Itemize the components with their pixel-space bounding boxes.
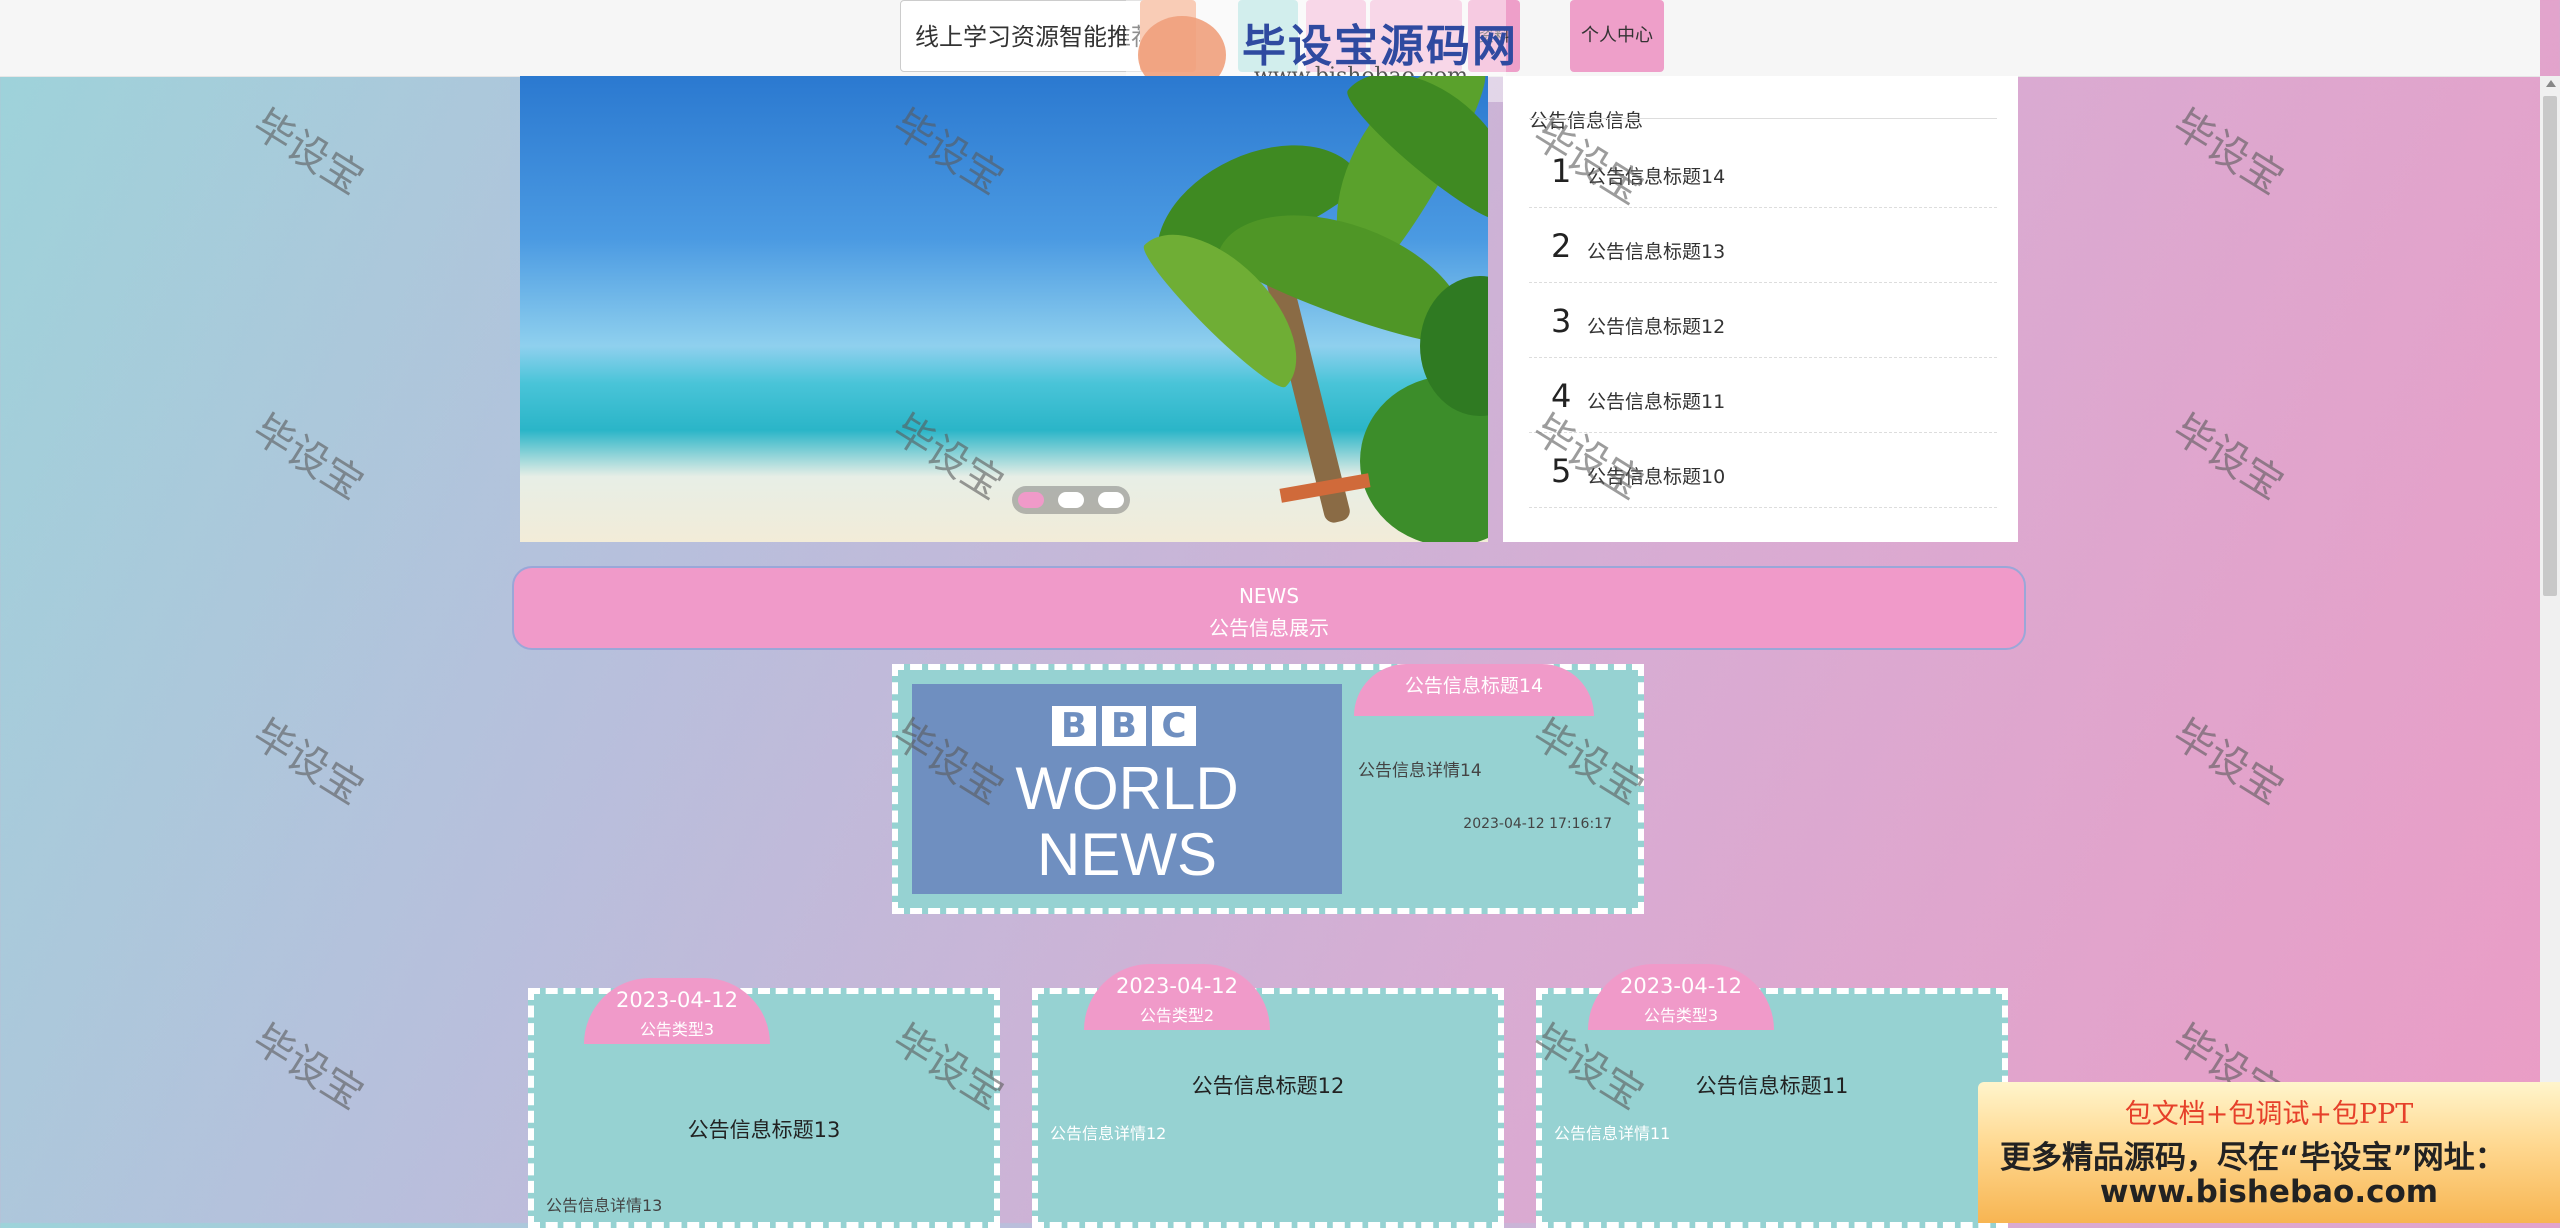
- watermark: 毕设宝: [244, 406, 371, 509]
- notice-item[interactable]: 4 公告信息标题11: [1529, 357, 1997, 433]
- promo-line-1: 包文档+包调试+包PPT: [2124, 1099, 2414, 1130]
- card-type: 公告类型3: [1643, 1006, 1719, 1025]
- bbc-logo: BBC: [1052, 706, 1202, 746]
- card-date-tag: 2023-04-12 公告类型2: [1084, 964, 1270, 1030]
- carousel-dot-1[interactable]: [1018, 492, 1044, 508]
- notice-number: 2: [1551, 227, 1572, 265]
- card-date: 2023-04-12: [615, 988, 739, 1012]
- scroll-thumb[interactable]: [2543, 96, 2557, 596]
- card-date: 2023-04-12: [1115, 974, 1239, 998]
- promo-url[interactable]: www.bishebao.com: [1978, 1174, 2560, 1210]
- promo-banner[interactable]: 包文档+包调试+包PPT 更多精品源码，尽在“毕设宝”网址： www.bishe…: [1978, 1082, 2560, 1223]
- page-scrollbar[interactable]: [2540, 76, 2560, 1223]
- watermark: 毕设宝: [244, 1016, 371, 1119]
- notice-title[interactable]: 公告信息标题11: [1587, 387, 1725, 414]
- watermark: 毕设宝: [2164, 406, 2291, 509]
- notice-number: 1: [1551, 152, 1572, 190]
- section-title-en: NEWS: [1238, 584, 1300, 608]
- carousel-indicators: [1012, 486, 1130, 514]
- watermark: 毕设宝: [244, 711, 371, 814]
- notice-number: 4: [1551, 377, 1572, 415]
- scroll-up-icon[interactable]: [2546, 80, 2556, 87]
- card-title[interactable]: 公告信息标题13: [534, 1114, 994, 1144]
- card-date-tag: 2023-04-12 公告类型3: [584, 978, 770, 1044]
- card-date-tag: 2023-04-12 公告类型3: [1588, 964, 1774, 1030]
- bbc-news-text: NEWS: [1037, 821, 1217, 888]
- featured-time: 2023-04-12 17:16:17: [1463, 816, 1612, 832]
- carousel-dot-3[interactable]: [1098, 492, 1124, 508]
- notice-panel-title: 公告信息信息: [1529, 110, 1644, 132]
- nav-item-personal-center[interactable]: 个人中心: [1570, 0, 1664, 72]
- notice-item[interactable]: 5 公告信息标题10: [1529, 432, 1997, 508]
- featured-notice-card[interactable]: BBC WORLD NEWS 公告信息标题14 公告信息详情14 2023-04…: [892, 664, 1644, 914]
- card-detail: 公告信息详情11: [1554, 1124, 1671, 1143]
- bbc-letter: B: [1052, 706, 1096, 746]
- notice-title[interactable]: 公告信息标题12: [1587, 312, 1725, 339]
- notice-item[interactable]: 3 公告信息标题12: [1529, 282, 1997, 358]
- site-title[interactable]: 线上学习资源智能推荐系统: [900, 0, 1160, 123]
- card-detail: 公告信息详情13: [546, 1196, 663, 1215]
- notice-title[interactable]: 公告信息标题13: [1587, 237, 1725, 264]
- divider: [1529, 118, 1997, 119]
- bbc-world-text: WORLD: [1015, 755, 1239, 822]
- featured-detail: 公告信息详情14: [1358, 761, 1482, 781]
- watermark: 毕设宝: [2164, 711, 2291, 814]
- notice-card[interactable]: 2023-04-12 公告类型2 公告信息标题12 公告信息详情12: [1032, 964, 1504, 1228]
- notice-number: 3: [1551, 302, 1572, 340]
- featured-image: BBC WORLD NEWS: [912, 684, 1342, 894]
- section-title-cn: 公告信息展示: [1209, 616, 1329, 640]
- carousel-dot-2[interactable]: [1058, 492, 1084, 508]
- banner-carousel[interactable]: [520, 76, 1488, 542]
- notice-card[interactable]: 2023-04-12 公告类型3 公告信息标题11 公告信息详情11: [1536, 964, 2008, 1228]
- bbc-letter: C: [1152, 706, 1196, 746]
- card-detail: 公告信息详情12: [1050, 1124, 1167, 1143]
- notice-number: 5: [1551, 452, 1572, 490]
- card-type: 公告类型2: [1139, 1006, 1215, 1025]
- card-title[interactable]: 公告信息标题12: [1038, 1070, 1498, 1100]
- notice-item[interactable]: 1 公告信息标题14: [1529, 132, 1997, 208]
- bbc-letter: B: [1102, 706, 1146, 746]
- promo-line-2: 更多精品源码，尽在“毕设宝”网址：: [2000, 1140, 2506, 1176]
- notice-title[interactable]: 公告信息标题10: [1587, 462, 1725, 489]
- notice-panel: 公告信息信息 1 公告信息标题14 2 公告信息标题13 3 公告信息标题12 …: [1503, 76, 2018, 542]
- featured-title[interactable]: 公告信息标题14: [1354, 664, 1594, 716]
- watermark: 毕设宝: [244, 101, 371, 204]
- watermark: 毕设宝: [2164, 101, 2291, 204]
- notice-title[interactable]: 公告信息标题14: [1587, 162, 1725, 189]
- notice-item[interactable]: 2 公告信息标题13: [1529, 207, 1997, 283]
- news-section-header: NEWS 公告信息展示: [512, 566, 2026, 650]
- notice-card[interactable]: 2023-04-12 公告类型3 公告信息标题13 公告信息详情13: [528, 978, 1000, 1228]
- card-type: 公告类型3: [639, 1020, 715, 1039]
- card-title[interactable]: 公告信息标题11: [1542, 1070, 2002, 1100]
- card-date: 2023-04-12: [1619, 974, 1743, 998]
